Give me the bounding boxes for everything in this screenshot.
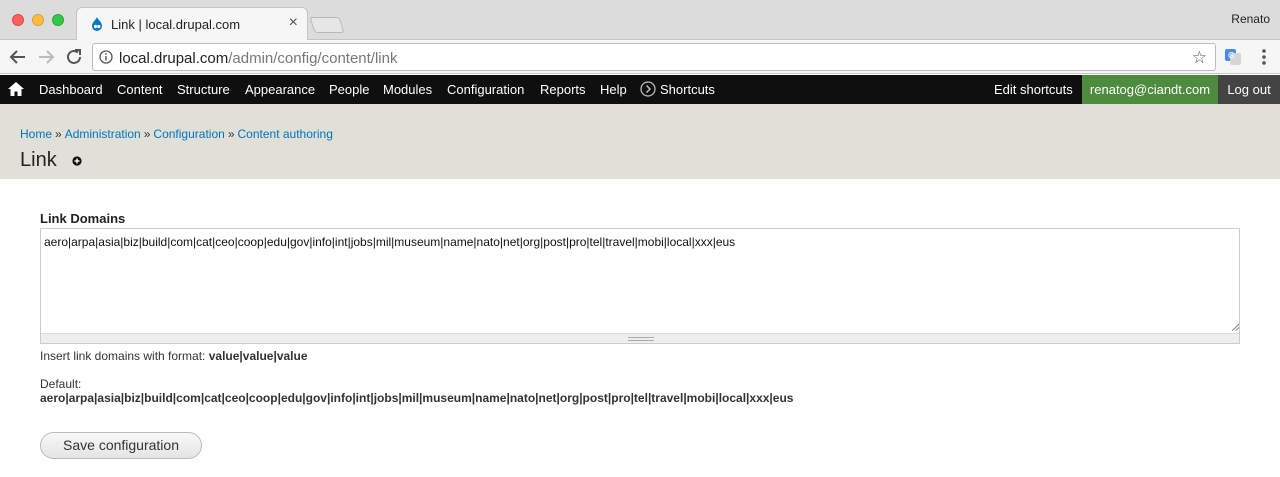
- info-icon[interactable]: [99, 50, 113, 64]
- maximize-window-button[interactable]: [52, 14, 64, 26]
- toolbar-item-people[interactable]: People: [329, 75, 369, 104]
- breadcrumb-separator: »: [227, 127, 235, 141]
- toolbar-item-shortcuts[interactable]: Shortcuts: [660, 75, 715, 104]
- resize-grippie[interactable]: [41, 333, 1239, 343]
- toolbar-item-help[interactable]: Help: [600, 75, 627, 104]
- close-window-button[interactable]: [12, 14, 24, 26]
- back-arrow-icon[interactable]: [6, 45, 30, 69]
- minimize-window-button[interactable]: [32, 14, 44, 26]
- url-path: /admin/config/content/link: [228, 50, 398, 67]
- logout-link[interactable]: Log out: [1218, 75, 1280, 104]
- breadcrumb-content-authoring[interactable]: Content authoring: [238, 127, 333, 141]
- breadcrumb-separator: »: [55, 127, 62, 141]
- browser-tab-strip: Link | local.drupal.com × Renato: [0, 0, 1280, 40]
- home-icon[interactable]: [8, 82, 24, 96]
- bookmark-star-icon[interactable]: ☆: [1192, 48, 1207, 68]
- more-menu-icon[interactable]: [1254, 46, 1274, 68]
- chevron-circle-icon[interactable]: [640, 81, 656, 97]
- resize-corner-icon[interactable]: [1231, 323, 1239, 331]
- breadcrumb-separator: »: [143, 127, 151, 141]
- toolbar-item-appearance[interactable]: Appearance: [245, 75, 315, 104]
- reload-icon[interactable]: [62, 45, 86, 69]
- toolbar-item-configuration[interactable]: Configuration: [447, 75, 524, 104]
- default-label: Default:: [40, 377, 82, 391]
- url-text: local.drupal.com/admin/config/content/li…: [119, 50, 397, 67]
- default-value: aero|arpa|asia|biz|build|com|cat|ceo|coo…: [40, 391, 794, 405]
- admin-toolbar: Dashboard Content Structure Appearance P…: [0, 75, 1280, 104]
- toolbar-item-content[interactable]: Content: [117, 75, 163, 104]
- breadcrumb-home[interactable]: Home: [20, 127, 52, 141]
- address-bar[interactable]: local.drupal.com/admin/config/content/li…: [92, 43, 1216, 71]
- svg-text:G: G: [1228, 51, 1234, 60]
- toolbar-item-dashboard[interactable]: Dashboard: [39, 75, 103, 104]
- grippie-handle-icon: [628, 337, 654, 341]
- edit-shortcuts-link[interactable]: Edit shortcuts: [994, 75, 1073, 104]
- description-text: Insert link domains with format:: [40, 349, 209, 363]
- browser-toolbar: local.drupal.com/admin/config/content/li…: [0, 40, 1280, 74]
- save-configuration-button[interactable]: Save configuration: [40, 432, 202, 459]
- toolbar-item-reports[interactable]: Reports: [540, 75, 586, 104]
- tab-close-icon[interactable]: ×: [289, 14, 298, 32]
- profile-name[interactable]: Renato: [1231, 12, 1270, 26]
- description-format: value|value|value: [208, 349, 308, 363]
- breadcrumb: Home» Administration» Configuration» Conten…: [20, 127, 333, 141]
- breadcrumb-configuration[interactable]: Configuration: [153, 127, 224, 141]
- link-domains-field: aero|arpa|asia|biz|build|com|cat|ceo|coo…: [40, 228, 1240, 344]
- field-description: Insert link domains with format: value|v…: [40, 349, 308, 363]
- plus-circle-icon[interactable]: [72, 156, 82, 166]
- forward-arrow-icon[interactable]: [34, 45, 58, 69]
- new-tab-button[interactable]: [309, 17, 345, 33]
- toolbar-item-modules[interactable]: Modules: [383, 75, 432, 104]
- drupal-drop-icon: [92, 17, 102, 31]
- translate-icon[interactable]: G: [1224, 48, 1242, 66]
- link-domains-label: Link Domains: [40, 211, 126, 226]
- user-account-link[interactable]: renatog@ciandt.com: [1082, 75, 1218, 104]
- tab-title: Link | local.drupal.com: [111, 17, 241, 32]
- link-domains-textarea[interactable]: aero|arpa|asia|biz|build|com|cat|ceo|coo…: [41, 229, 1239, 333]
- url-host: local.drupal.com: [119, 50, 229, 67]
- page-title: Link: [20, 149, 57, 171]
- page-header: Home» Administration» Configuration» Conten…: [0, 104, 1280, 179]
- breadcrumb-administration[interactable]: Administration: [65, 127, 141, 141]
- browser-tab-active[interactable]: Link | local.drupal.com ×: [76, 7, 308, 40]
- toolbar-item-structure[interactable]: Structure: [177, 75, 230, 104]
